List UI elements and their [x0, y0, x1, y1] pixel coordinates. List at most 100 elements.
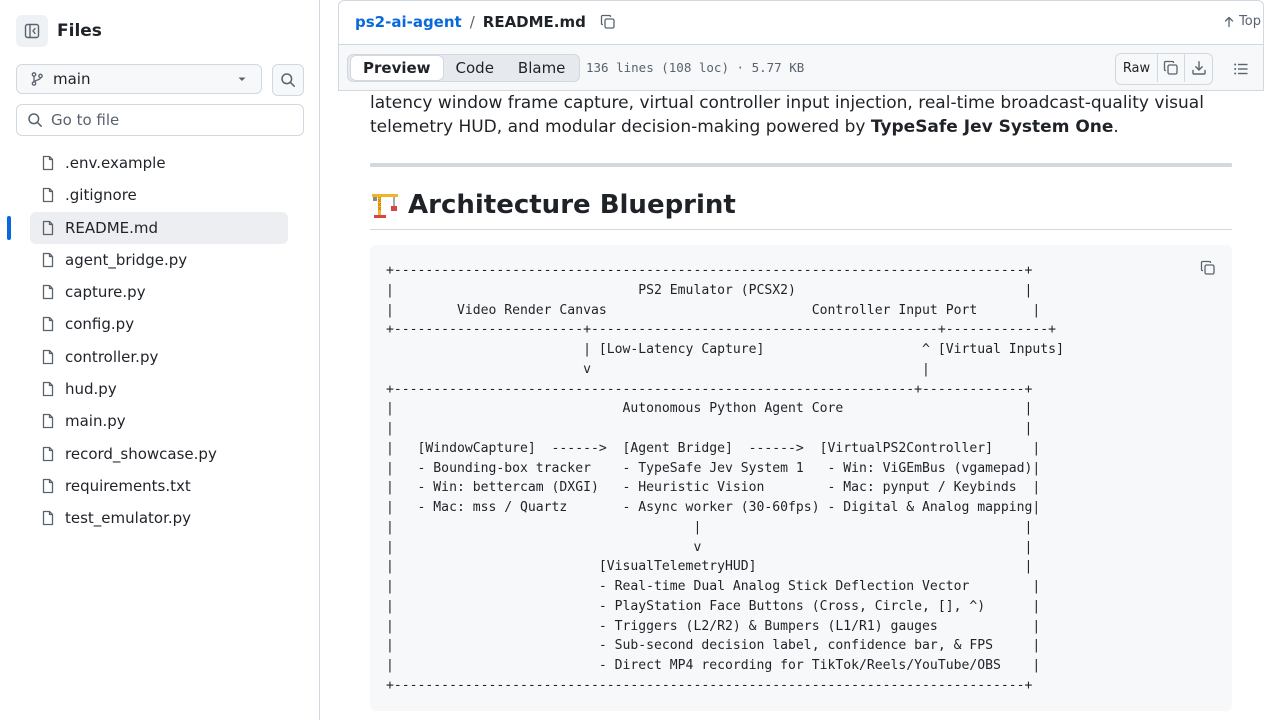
- code-line: | | |: [386, 519, 1033, 535]
- code-line: +---------------------------------------…: [386, 381, 1033, 397]
- breadcrumb-file: README.md: [482, 13, 586, 31]
- file-name: README.md: [65, 218, 159, 237]
- code-line: | v |: [386, 539, 1033, 555]
- copy-code-button[interactable]: [1192, 255, 1224, 281]
- back-to-top-button[interactable]: Top: [1223, 14, 1261, 29]
- search-files-button[interactable]: [272, 64, 304, 96]
- code-line: | [WindowCapture] ------> [Agent Bridge]…: [386, 440, 1041, 456]
- search-icon: [280, 72, 296, 88]
- architecture-diagram-code: +---------------------------------------…: [386, 261, 1064, 696]
- file-item[interactable]: main.py: [30, 405, 288, 437]
- file-toolbar: Preview Code Blame 136 lines (108 loc) ·…: [338, 44, 1264, 91]
- code-line: | |: [386, 421, 1033, 436]
- file-item[interactable]: .env.example: [30, 147, 288, 179]
- sidebar-collapse-icon[interactable]: [16, 15, 48, 47]
- chevron-down-icon: [237, 74, 247, 84]
- file-item[interactable]: .gitignore: [30, 179, 288, 211]
- code-line: | Autonomous Python Agent Core |: [386, 401, 1033, 417]
- file-item[interactable]: controller.py: [30, 341, 288, 373]
- file-list: .env.example .gitignore README.md agent_…: [0, 147, 320, 535]
- file-icon: [40, 220, 56, 236]
- tab-blame[interactable]: Blame: [506, 55, 578, 81]
- file-stats: 136 lines (108 loc) · 5.77 KB: [586, 60, 805, 75]
- file-name: capture.py: [65, 283, 146, 302]
- code-line: +---------------------------------------…: [386, 677, 1033, 693]
- outline-button[interactable]: [1227, 55, 1255, 83]
- code-line: +------------------------+--------------…: [386, 322, 1057, 338]
- file-name: test_emulator.py: [65, 509, 192, 528]
- file-header: ps2-ai-agent / README.md Top: [338, 0, 1264, 44]
- file-item[interactable]: agent_bridge.py: [30, 244, 288, 276]
- construction-crane-icon: [370, 190, 400, 220]
- intro-bold-text: TypeSafe Jev System One: [870, 117, 1114, 137]
- branch-selector[interactable]: main: [16, 64, 262, 94]
- code-line: v |: [583, 361, 930, 377]
- file-name: config.py: [65, 315, 135, 334]
- code-line: | - Direct MP4 recording for TikTok/Reel…: [386, 658, 1041, 673]
- section-heading-text: Architecture Blueprint: [408, 190, 736, 220]
- code-line: | - Real-time Dual Analog Stick Deflecti…: [386, 579, 1041, 594]
- raw-actions-group: Raw: [1115, 53, 1213, 85]
- file-icon: [40, 349, 56, 365]
- tab-preview[interactable]: Preview: [350, 55, 444, 81]
- download-button[interactable]: [1185, 54, 1212, 82]
- file-icon: [40, 446, 56, 462]
- intro-line-1: latency window frame capture, virtual co…: [370, 93, 1204, 113]
- copy-icon: [1163, 60, 1179, 76]
- breadcrumb-repo-link[interactable]: ps2-ai-agent: [355, 13, 462, 31]
- code-line: | - Mac: mss / Quartz - Async worker (30…: [386, 500, 1041, 515]
- file-item-selected[interactable]: README.md: [7, 211, 288, 244]
- file-name: controller.py: [65, 347, 159, 366]
- go-to-file-field[interactable]: [16, 104, 304, 136]
- file-item[interactable]: record_showcase.py: [30, 438, 288, 470]
- copy-icon[interactable]: [600, 14, 616, 30]
- file-icon: [40, 478, 56, 494]
- file-item[interactable]: hud.py: [30, 373, 288, 405]
- git-branch-icon: [29, 71, 45, 87]
- tab-code[interactable]: Code: [444, 55, 506, 81]
- code-line: | - Win: bettercam (DXGI) - Heuristic Vi…: [386, 480, 1041, 496]
- file-item[interactable]: test_emulator.py: [30, 502, 288, 534]
- file-icon: [40, 155, 56, 171]
- list-unordered-icon: [1233, 61, 1249, 77]
- code-line: +---------------------------------------…: [386, 263, 1033, 278]
- code-line: | - Triggers (L2/R2) & Bumpers (L1/R1) g…: [386, 618, 1041, 634]
- file-name: main.py: [65, 412, 126, 431]
- top-label: Top: [1239, 14, 1261, 29]
- view-mode-tabs: Preview Code Blame: [347, 54, 581, 82]
- sidebar-header: Files: [16, 15, 102, 47]
- file-item[interactable]: config.py: [30, 308, 288, 340]
- breadcrumb: ps2-ai-agent / README.md: [355, 13, 616, 31]
- copy-raw-button[interactable]: [1158, 54, 1185, 82]
- file-name: record_showcase.py: [65, 444, 217, 463]
- code-line: | PS2 Emulator (PCSX2) |: [386, 282, 1033, 298]
- intro-line-2: telemetry HUD, and modular decision-maki…: [370, 117, 871, 137]
- intro-paragraph: latency window frame capture, virtual co…: [370, 91, 1232, 139]
- file-name: hud.py: [65, 380, 117, 399]
- file-icon: [40, 381, 56, 397]
- file-name: agent_bridge.py: [65, 250, 188, 269]
- file-icon: [40, 510, 56, 526]
- file-actions: Raw: [1115, 53, 1255, 85]
- code-line: | - Bounding-box tracker - TypeSafe Jev …: [386, 460, 1041, 476]
- download-icon: [1191, 60, 1207, 76]
- code-block: +---------------------------------------…: [370, 245, 1232, 711]
- intro-period: .: [1113, 117, 1119, 137]
- go-to-file-input[interactable]: [49, 110, 293, 130]
- code-line: | - Sub-second decision label, confidenc…: [386, 638, 1041, 654]
- code-line: | [Low-Latency Capture] ^ [Virtual Input…: [583, 342, 1064, 357]
- arrow-up-icon: [1223, 16, 1235, 28]
- file-viewer: ps2-ai-agent / README.md Top Preview Cod…: [338, 0, 1264, 720]
- copy-icon: [1200, 260, 1216, 276]
- file-item[interactable]: capture.py: [30, 276, 288, 308]
- file-name: requirements.txt: [65, 476, 191, 495]
- file-icon: [40, 316, 56, 332]
- selected-indicator: [7, 215, 11, 240]
- raw-button[interactable]: Raw: [1116, 54, 1158, 82]
- breadcrumb-separator: /: [469, 13, 475, 31]
- file-name: .gitignore: [65, 186, 137, 205]
- horizontal-rule: [370, 163, 1232, 167]
- file-icon: [40, 187, 56, 203]
- file-item[interactable]: requirements.txt: [30, 470, 288, 502]
- file-icon: [40, 413, 56, 429]
